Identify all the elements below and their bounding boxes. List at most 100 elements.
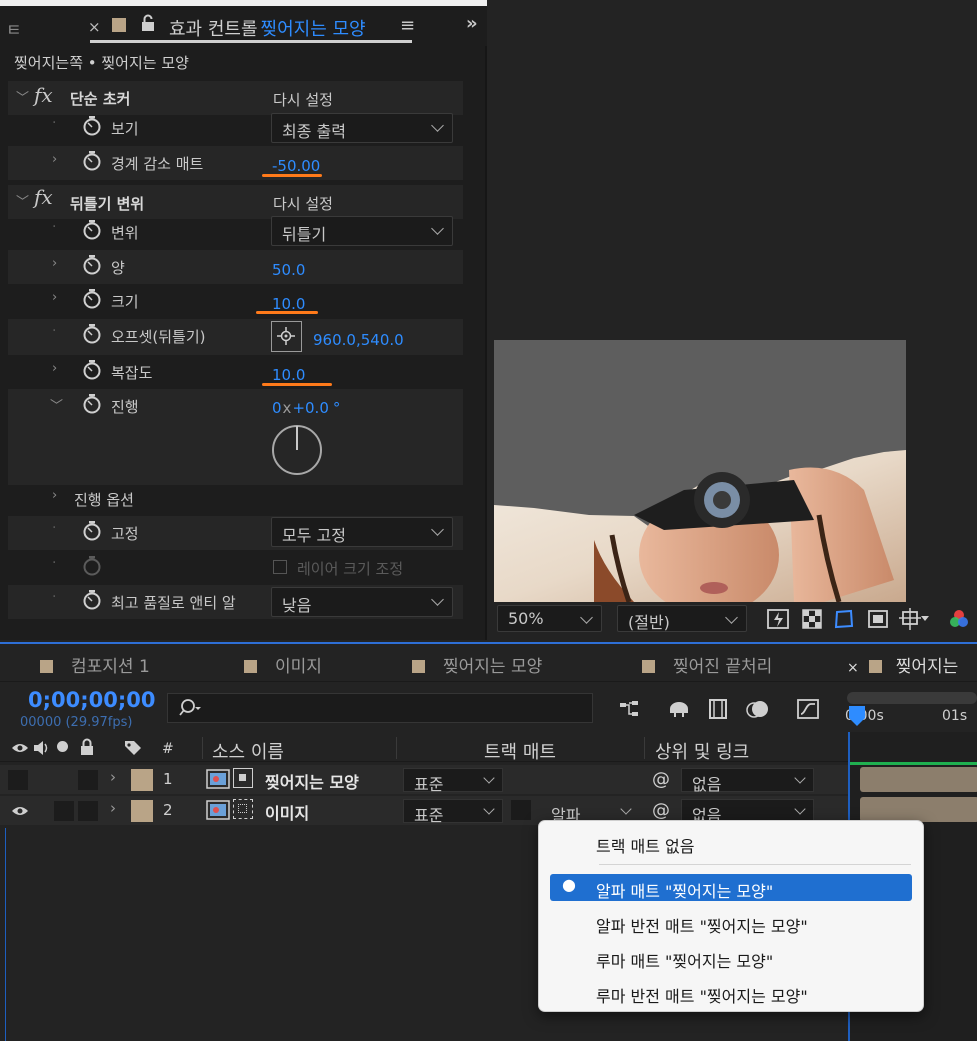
layer-name[interactable]: 찢어지는 모양 [265, 769, 359, 793]
pinning-dropdown[interactable]: 모두 고정 [271, 517, 453, 547]
region-of-interest-icon[interactable] [866, 607, 890, 631]
channel-rgb-icon[interactable] [947, 607, 971, 631]
chevron-right-icon[interactable]: › [110, 799, 116, 817]
chevron-right-icon[interactable]: › [110, 768, 116, 786]
frame-blending-icon[interactable] [706, 697, 730, 721]
timecode[interactable]: 0;00;00;00 [28, 688, 155, 712]
eye-icon[interactable] [11, 803, 29, 823]
complexity-value[interactable]: 10.0 [272, 366, 305, 384]
chevron-down-icon[interactable]: ﹀ [16, 191, 29, 210]
panel-menu-icon[interactable]: ≡ [400, 15, 415, 36]
chevron-down-icon[interactable] [921, 616, 929, 621]
comp-flowchart-icon[interactable] [617, 697, 641, 721]
menu-item-luma-inverted-matte[interactable]: 루마 반전 매트 "찢어지는 모양" [550, 979, 912, 1006]
layer-bar[interactable] [860, 797, 977, 822]
chevron-right-icon[interactable]: › [52, 488, 57, 503]
effect-header-simple-choker[interactable]: ﹀ fx 단순 초커 다시 설정 [8, 81, 463, 115]
stopwatch-icon[interactable] [82, 289, 102, 309]
stopwatch-icon[interactable] [82, 590, 102, 610]
solo-icon[interactable] [57, 741, 68, 752]
reset-link[interactable]: 다시 설정 [273, 89, 333, 110]
parent-dropdown[interactable]: 없음 [681, 768, 814, 794]
zoom-dropdown[interactable]: 50% [497, 605, 602, 632]
chevron-right-icon[interactable]: › [52, 361, 57, 376]
more-tabs-icon[interactable]: » [466, 13, 478, 34]
label-color-swatch[interactable] [131, 800, 153, 822]
layer-row[interactable]: › 1 찢어지는 모양 표준 @ 없음 [0, 765, 848, 794]
transparency-grid-icon[interactable] [800, 607, 824, 631]
resolution-dropdown[interactable]: (절반) [617, 605, 747, 632]
menu-item-alpha-inverted-matte[interactable]: 알파 반전 매트 "찢어지는 모양" [550, 909, 912, 936]
tab-torn-edge[interactable]: 찢어진 끝처리 [642, 652, 772, 677]
truncated-tab[interactable]: ㅌ [6, 16, 22, 41]
stopwatch-icon[interactable] [82, 220, 102, 240]
shy-layers-icon[interactable] [667, 697, 691, 721]
lock-toggle[interactable] [78, 770, 98, 790]
tab-image[interactable]: 이미지 [244, 652, 322, 677]
amount-value[interactable]: 50.0 [272, 261, 305, 279]
visibility-toggle[interactable] [8, 770, 28, 790]
edge-choke-value[interactable]: -50.00 [272, 157, 320, 175]
label-tag-icon[interactable] [123, 739, 143, 761]
col-parent-link[interactable]: 상위 및 링크 [655, 738, 749, 764]
offset-y-value[interactable]: ,540.0 [356, 331, 404, 349]
menu-item-luma-matte[interactable]: 루마 매트 "찢어지는 모양" [550, 944, 912, 971]
label-color-swatch[interactable] [131, 769, 153, 791]
offset-x-value[interactable]: 960.0 [313, 331, 356, 349]
speaker-icon[interactable] [32, 739, 50, 761]
stopwatch-icon[interactable] [82, 521, 102, 541]
view-dropdown[interactable]: 최종 출력 [271, 113, 453, 143]
stopwatch-icon[interactable] [82, 255, 102, 275]
stopwatch-icon[interactable] [82, 360, 102, 380]
col-track-matte[interactable]: 트랙 매트 [484, 738, 556, 764]
lock-icon[interactable] [79, 738, 95, 760]
graph-editor-icon[interactable] [796, 697, 820, 721]
effect-header-turbulent-displace[interactable]: ﹀ fx 뒤틀기 변위 다시 설정 [8, 185, 463, 219]
close-tab-icon[interactable]: × [88, 18, 101, 36]
resize-layer-checkbox[interactable] [273, 560, 287, 574]
tab-tearing-shape[interactable]: 찢어지는 모양 [412, 652, 542, 677]
fx-icon[interactable]: fx [34, 83, 53, 107]
chevron-down-icon[interactable]: ﹀ [50, 395, 63, 414]
mask-path-icon[interactable] [832, 607, 856, 631]
tab-comp-1[interactable]: 컴포지션 1 [40, 652, 150, 677]
menu-item-no-matte[interactable]: 트랙 매트 없음 [550, 829, 912, 856]
comp-canvas[interactable] [494, 340, 906, 602]
chevron-right-icon[interactable]: › [52, 290, 57, 305]
chevron-right-icon[interactable]: › [52, 152, 57, 167]
stopwatch-icon[interactable] [82, 394, 102, 414]
layer-bar[interactable] [860, 767, 977, 792]
pickwhip-icon[interactable]: @ [652, 800, 670, 821]
lock-toggle[interactable] [78, 801, 98, 821]
blend-mode-dropdown[interactable]: 표준 [403, 768, 503, 794]
reset-link[interactable]: 다시 설정 [273, 193, 333, 214]
evolution-value[interactable]: 0x+0.0 ° [272, 399, 340, 417]
preserve-transparency-toggle[interactable] [511, 800, 531, 820]
pickwhip-icon[interactable]: @ [652, 769, 670, 790]
layer-name[interactable]: 이미지 [265, 800, 309, 824]
motion-blur-icon[interactable] [746, 697, 770, 721]
chevron-down-icon[interactable]: ﹀ [16, 87, 29, 106]
lock-icon[interactable] [141, 14, 155, 36]
stopwatch-icon[interactable] [82, 324, 102, 344]
fx-icon[interactable]: fx [34, 185, 53, 209]
chevron-right-icon[interactable]: › [52, 256, 57, 271]
menu-item-alpha-matte[interactable]: ● 알파 매트 "찢어지는 모양" [550, 874, 912, 901]
antialiasing-dropdown[interactable]: 낮음 [271, 587, 453, 617]
displacement-dropdown[interactable]: 뒤틀기 [271, 216, 453, 246]
panel-title[interactable]: 효과 컨트롤 찢어지는 모양 [169, 15, 366, 41]
blend-mode-dropdown[interactable]: 표준 [403, 799, 503, 825]
eye-icon[interactable] [11, 740, 29, 760]
angle-dial[interactable] [271, 424, 323, 480]
work-area-bar[interactable] [847, 692, 977, 704]
timeline-search-input[interactable] [167, 693, 593, 723]
tab-active-tearing[interactable]: × 찢어지는 [847, 652, 958, 677]
solo-toggle[interactable] [54, 801, 74, 821]
col-number[interactable]: # [162, 741, 174, 757]
stopwatch-icon[interactable] [82, 116, 102, 136]
crosshair-icon[interactable] [271, 321, 302, 352]
stopwatch-icon[interactable] [82, 151, 102, 171]
fast-preview-icon[interactable] [766, 607, 790, 631]
col-source-name[interactable]: 소스 이름 [212, 738, 284, 764]
grid-guides-icon[interactable] [898, 607, 922, 631]
